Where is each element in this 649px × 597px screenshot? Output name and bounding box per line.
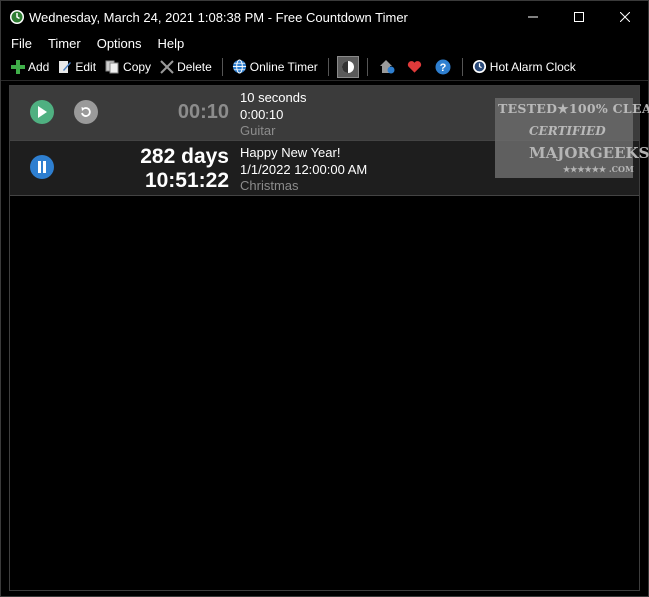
edit-button[interactable]: Edit xyxy=(54,56,100,78)
timer-name: Happy New Year! xyxy=(240,145,341,160)
copy-icon xyxy=(105,60,119,73)
copy-label: Copy xyxy=(123,59,152,74)
timer-sound: Guitar xyxy=(240,123,276,138)
watermark-line4: ★★★★★★ .COM xyxy=(563,164,634,174)
watermark-line1: TESTED★100% CLEAN xyxy=(498,101,649,116)
online-timer-button[interactable]: Online Timer xyxy=(228,56,322,78)
reset-icon xyxy=(81,107,91,117)
window-title: Wednesday, March 24, 2021 1:08:38 PM - F… xyxy=(29,9,408,25)
toolbar-separator xyxy=(221,57,223,76)
delete-button[interactable]: Delete xyxy=(156,56,216,78)
delete-icon xyxy=(160,59,174,74)
close-icon xyxy=(620,12,630,22)
maximize-button[interactable] xyxy=(556,1,602,33)
timer-remaining: 00:10 xyxy=(177,101,229,123)
plus-icon xyxy=(11,59,25,74)
copy-button[interactable]: Copy xyxy=(101,56,155,78)
add-button[interactable]: Add xyxy=(7,56,53,78)
timer-info: Happy New Year! 1/1/2022 12:00:00 AM Chr… xyxy=(240,145,367,195)
alarm-clock-icon xyxy=(472,59,486,74)
minimize-icon xyxy=(528,16,538,18)
minimize-button[interactable] xyxy=(510,1,556,33)
timer-list: 00:10 10 seconds 0:00:10 Guitar 282 days… xyxy=(9,85,649,591)
play-button[interactable] xyxy=(30,100,54,124)
timer-info: 10 seconds 0:00:10 Guitar xyxy=(240,90,307,140)
menu-help[interactable]: Help xyxy=(150,36,193,51)
timer-name: 10 seconds xyxy=(240,90,307,105)
menu-file[interactable]: File xyxy=(3,36,40,51)
pause-button[interactable] xyxy=(30,155,54,179)
app-clock-icon xyxy=(10,10,24,24)
timer-sound: Christmas xyxy=(240,178,299,193)
heart-icon xyxy=(408,60,422,73)
svg-text:?: ? xyxy=(439,62,446,74)
reset-button[interactable] xyxy=(74,100,98,124)
toolbar-separator xyxy=(461,57,463,76)
home-icon xyxy=(379,60,395,74)
help-icon: ? xyxy=(435,59,451,74)
toolbar-separator xyxy=(366,57,368,76)
watermark-line3: MAJORGEEKS xyxy=(529,144,649,162)
hot-alarm-clock-button[interactable]: Hot Alarm Clock xyxy=(468,56,580,78)
menu-bar: File Timer Options Help xyxy=(1,33,648,53)
online-timer-label: Online Timer xyxy=(249,59,318,74)
help-button[interactable]: ? xyxy=(432,56,454,78)
add-label: Add xyxy=(28,59,50,74)
majorgeeks-watermark: TESTED★100% CLEAN CERTIFIED MAJORGEEKS ★… xyxy=(495,98,649,178)
play-icon xyxy=(38,106,47,118)
hot-alarm-clock-label: Hot Alarm Clock xyxy=(489,59,576,74)
app-window: Wednesday, March 24, 2021 1:08:38 PM - F… xyxy=(0,0,649,597)
menu-timer[interactable]: Timer xyxy=(40,36,89,51)
timer-days: 282 days xyxy=(140,145,229,168)
theme-toggle-button[interactable] xyxy=(336,55,359,78)
toolbar-separator xyxy=(327,57,329,76)
toolbar: Add Edit Copy Delete Online Timer ? Hot … xyxy=(1,53,648,81)
timer-duration: 1/1/2022 12:00:00 AM xyxy=(240,161,368,177)
home-button[interactable] xyxy=(376,56,398,78)
watermark-line2: CERTIFIED xyxy=(529,124,606,138)
window-controls xyxy=(510,1,648,33)
title-bar: Wednesday, March 24, 2021 1:08:38 PM - F… xyxy=(1,1,648,33)
edit-icon xyxy=(59,60,72,73)
timer-remaining: 282 days 10:51:22 xyxy=(140,145,229,193)
globe-icon xyxy=(232,59,246,74)
delete-label: Delete xyxy=(177,59,212,74)
edit-label: Edit xyxy=(75,59,97,74)
theme-toggle-icon xyxy=(341,60,354,73)
menu-options[interactable]: Options xyxy=(89,36,150,51)
timer-clock: 10:51:22 xyxy=(144,169,229,192)
close-button[interactable] xyxy=(602,1,648,33)
pause-icon xyxy=(38,161,46,173)
timer-duration: 0:00:10 xyxy=(240,106,284,122)
donate-button[interactable] xyxy=(404,56,426,78)
maximize-icon xyxy=(574,12,584,22)
